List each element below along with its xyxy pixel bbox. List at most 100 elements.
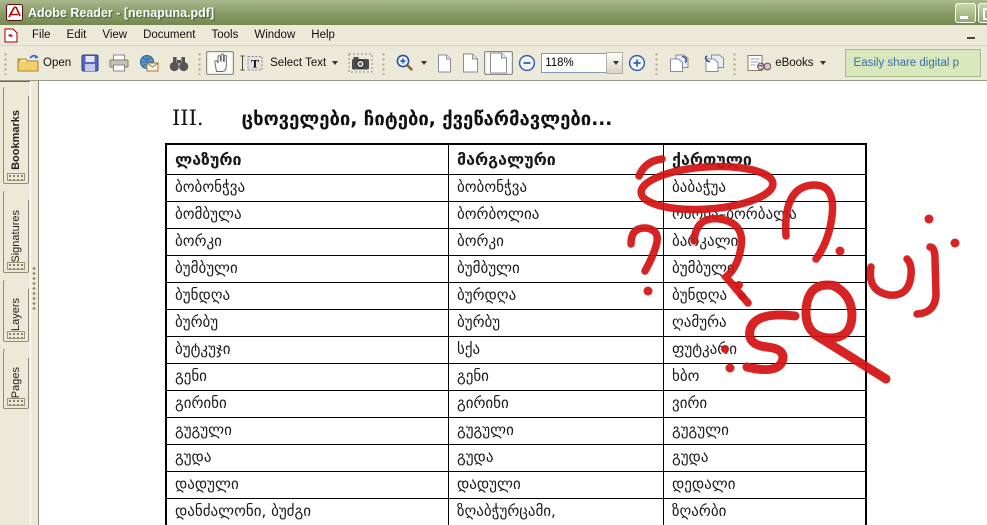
toolbar-grip[interactable] <box>732 51 738 75</box>
search-button[interactable] <box>164 51 194 75</box>
select-text-button[interactable]: T Select Text <box>234 51 343 75</box>
u-shape-left-curl <box>866 255 915 299</box>
table-row: ბორკი ბორკი ბარკალი <box>167 229 865 256</box>
menu-tools[interactable]: Tools <box>204 27 247 43</box>
toolbar-grip[interactable] <box>197 51 203 75</box>
print-button[interactable] <box>104 51 134 75</box>
search-binoculars-icon <box>169 56 189 71</box>
minimize-button[interactable] <box>955 3 976 23</box>
column-header-georgian: ქართული <box>672 150 752 169</box>
table-cell: ბომბულა <box>167 202 449 228</box>
ebooks-icon <box>747 55 772 71</box>
menu-edit[interactable]: Edit <box>59 27 95 43</box>
fit-page-button[interactable] <box>457 51 484 75</box>
ebooks-label: eBooks <box>775 57 814 69</box>
tab-grip <box>7 398 25 406</box>
table-cell: გირინი <box>449 391 664 417</box>
actual-size-button[interactable] <box>432 51 457 75</box>
table-cell: ბუტკუჯი <box>167 337 449 363</box>
table-cell: ობობა–ბორბალა <box>672 205 797 223</box>
zoom-level-combo <box>541 52 624 74</box>
table-cell: ღამურა <box>672 313 727 331</box>
column-header-laz: ლაზური <box>167 145 449 174</box>
menu-window[interactable]: Window <box>246 27 303 43</box>
toolbar-grip[interactable] <box>654 51 660 75</box>
next-view-icon <box>705 54 725 72</box>
menu-document[interactable]: Document <box>135 27 203 43</box>
splitter-grip[interactable] <box>32 266 36 310</box>
table-cell: გუდა <box>449 445 664 471</box>
table-cell: გუდა <box>672 448 709 466</box>
column-header-megrelian: მარგალური <box>449 145 664 174</box>
table-cell: გენი <box>449 364 664 390</box>
previous-view-button[interactable] <box>663 51 696 75</box>
zoom-level-input[interactable] <box>541 53 608 73</box>
toolbar-grip[interactable] <box>3 51 8 75</box>
table-cell: ზღარბი <box>672 502 727 520</box>
restore-button[interactable] <box>978 3 987 23</box>
document-minimize-button[interactable] <box>965 29 979 41</box>
snapshot-tool-button[interactable] <box>343 51 378 75</box>
zoom-in-magnifier-icon <box>396 54 414 72</box>
tab-signatures[interactable]: Signatures <box>3 191 29 273</box>
open-button[interactable]: Open <box>12 51 76 75</box>
table-row: ბუნდღა ბურდღა ბუნდღა <box>167 283 865 310</box>
tab-bookmarks[interactable]: Bookmarks <box>3 87 29 184</box>
select-text-dropdown-arrow[interactable] <box>332 61 339 65</box>
email-button[interactable] <box>134 51 164 75</box>
ebooks-button[interactable]: eBooks <box>741 51 830 75</box>
adobe-reader-app-icon <box>6 4 23 21</box>
ebook-promo-banner[interactable]: Easily share digital p <box>844 49 981 77</box>
title-bar: Adobe Reader - [nenapuna.pdf] <box>0 0 987 25</box>
zoom-level-dropdown[interactable] <box>606 52 624 74</box>
section-numeral: III. <box>172 106 204 130</box>
zoom-tool-button[interactable] <box>390 51 432 75</box>
menu-help[interactable]: Help <box>303 27 343 43</box>
table-row: ბუმბული ბუმბული ბუმბული <box>167 256 865 283</box>
table-cell: ბორბოლია <box>449 202 664 228</box>
navigation-pane-tabs: Bookmarks Signatures Layers Pages <box>0 81 30 525</box>
tab-layers[interactable]: Layers <box>3 280 29 342</box>
menu-file[interactable]: File <box>24 27 59 43</box>
table-cell: ბობონჭვა <box>167 175 449 201</box>
next-view-button[interactable] <box>696 51 729 75</box>
table-cell: ზღაბჭურცამი, ზღაბიფურცამი. <box>449 499 664 525</box>
toolbar: Open T Select Text 118% eBooks Easily sh… <box>0 46 987 81</box>
table-cell: გუდა <box>167 445 449 471</box>
open-button-label: Open <box>43 57 72 69</box>
table-cell: ბუნდღა <box>672 286 728 304</box>
select-text-icon: T <box>240 55 263 71</box>
table-cell: დანძალონი, ბუძგი <box>167 499 449 525</box>
table-cell: ბუნდღა <box>167 283 449 309</box>
table-cell: ბობონჭვა <box>449 175 664 201</box>
tab-pages[interactable]: Pages <box>3 349 29 409</box>
ebooks-dropdown-arrow[interactable] <box>819 61 826 65</box>
table-cell: ბუმბული <box>167 256 449 282</box>
section-heading: III. ცხოველები, ჩიტები, ქვეწარმავლები... <box>172 106 612 130</box>
save-button[interactable] <box>76 51 104 75</box>
section-title: ცხოველები, ჩიტები, ქვეწარმავლები... <box>241 109 613 130</box>
snapshot-camera-icon <box>348 53 373 73</box>
table-row: ბუტკუჯი სქა ფუტკარი <box>167 337 865 364</box>
table-row: გუდა გუდა გუდა <box>167 445 865 472</box>
table-cell: ბურდღა <box>449 283 664 309</box>
hand-tool-button[interactable] <box>206 51 235 75</box>
zoom-in-button[interactable] <box>623 51 651 75</box>
zoom-out-button[interactable] <box>513 51 541 75</box>
menu-view[interactable]: View <box>94 27 135 43</box>
fit-page-icon <box>463 53 479 73</box>
table-row: დადული დადული დედალი <box>167 472 865 499</box>
pdf-page: III. ცხოველები, ჩიტები, ქვეწარმავლები...… <box>39 81 987 525</box>
zoom-out-icon <box>519 54 536 72</box>
svg-text:T: T <box>251 59 259 71</box>
fit-width-button[interactable] <box>484 51 514 75</box>
table-row: გუგული გუგული გუგული <box>167 418 865 445</box>
zoom-tool-dropdown-arrow[interactable] <box>421 61 428 65</box>
u-shape-right-stroke <box>913 243 940 318</box>
table-cell: დადული <box>449 472 664 498</box>
table-row: გირინი გირინი ვირი <box>167 391 865 418</box>
toolbar-grip[interactable] <box>381 51 387 75</box>
ebook-promo-text: Easily share digital p <box>853 57 960 69</box>
table-cell: ბურბუ <box>167 310 449 336</box>
sidebar-splitter[interactable] <box>30 81 39 525</box>
